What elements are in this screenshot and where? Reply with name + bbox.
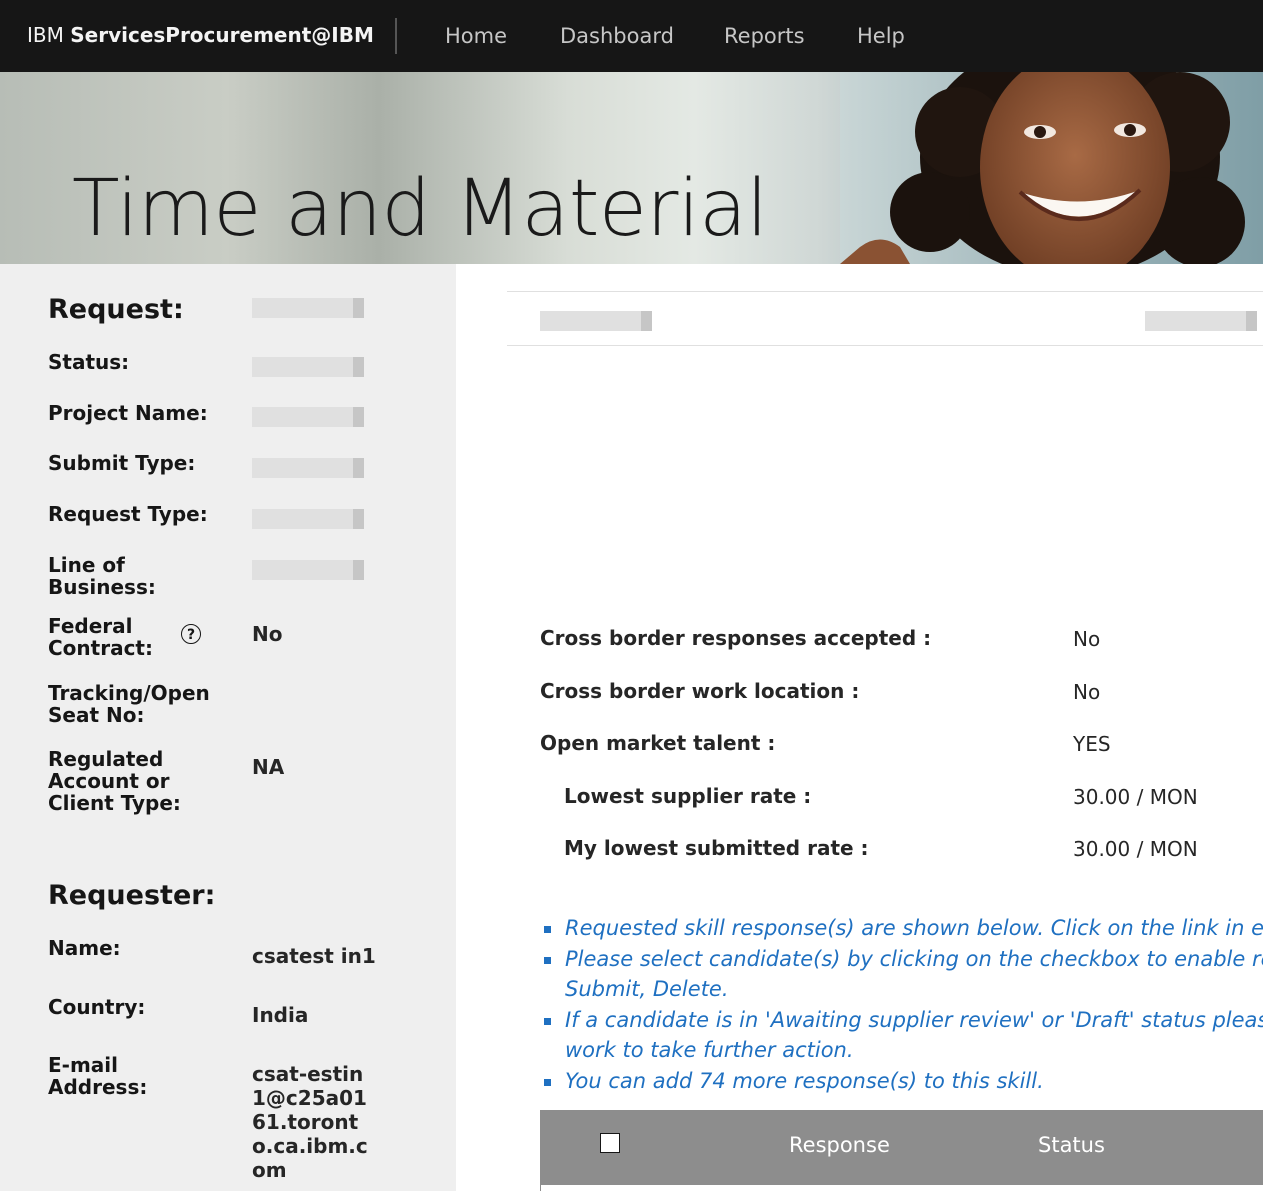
federal-contract-value: No [252, 622, 283, 646]
status-label: Status: [48, 350, 130, 374]
project-name-value-redacted [252, 407, 364, 427]
brand-name: ServicesProcurement@IBM [70, 23, 374, 47]
status-value-redacted [252, 357, 364, 377]
column-header-response[interactable]: Response [789, 1133, 890, 1157]
project-name-label: Project Name: [48, 401, 208, 425]
note-item: If a candidate is in 'Awaiting supplier … [540, 1005, 1263, 1036]
name-label: Name: [48, 936, 121, 960]
instruction-notes: Requested skill response(s) are shown be… [540, 913, 1263, 1096]
page-title: Time and Material [72, 164, 768, 254]
name-value: csatest in1 [252, 944, 376, 968]
federal-contract-label: Federal Contract: [48, 614, 153, 660]
open-market-talent-label: Open market talent : [540, 731, 776, 755]
note-continuation-text: work to take further action. [565, 1038, 854, 1062]
country-label: Country: [48, 995, 146, 1019]
my-lowest-rate-label: My lowest submitted rate : [564, 836, 869, 860]
submit-type-label: Submit Type: [48, 451, 196, 475]
my-lowest-rate-value: 30.00 / MON [1073, 837, 1198, 861]
note-item: You can add 74 more response(s) to this … [540, 1066, 1263, 1097]
cross-border-responses-label: Cross border responses accepted : [540, 626, 932, 650]
lowest-supplier-rate-value: 30.00 / MON [1073, 785, 1198, 809]
hero-portrait-image [840, 72, 1263, 264]
section-divider-top [507, 291, 1263, 292]
submit-type-value-redacted [252, 458, 364, 478]
hero-banner: Time and Material [0, 72, 1263, 264]
nav-dashboard[interactable]: Dashboard [560, 24, 674, 48]
requester-heading: Requester: [48, 880, 216, 911]
note-continuation-text: Submit, Delete. [565, 977, 729, 1001]
request-type-value-redacted [252, 509, 364, 529]
help-icon[interactable]: ? [181, 624, 201, 644]
cross-border-work-label: Cross border work location : [540, 679, 860, 703]
top-nav-bar: IBM ServicesProcurement@IBM Home Dashboa… [0, 0, 1263, 72]
open-market-talent-value: YES [1073, 732, 1111, 756]
nav-help[interactable]: Help [857, 24, 905, 48]
tab-right-redacted[interactable] [1145, 311, 1257, 331]
email-label: E-mail Address: [48, 1053, 148, 1099]
request-type-label: Request Type: [48, 502, 208, 526]
note-item-continued: work to take further action. [540, 1035, 1263, 1066]
column-header-status[interactable]: Status [1038, 1133, 1105, 1157]
table-body-edge [540, 1185, 1263, 1191]
line-of-business-value-redacted [252, 560, 364, 580]
nav-home[interactable]: Home [445, 24, 507, 48]
nav-divider [395, 18, 397, 54]
brand-logo[interactable]: IBM ServicesProcurement@IBM [27, 23, 374, 47]
country-value: India [252, 1003, 309, 1027]
lowest-supplier-rate-label: Lowest supplier rate : [564, 784, 812, 808]
responses-table-header: Response Status [540, 1110, 1263, 1185]
tab-left-redacted[interactable] [540, 311, 652, 331]
cross-border-responses-value: No [1073, 627, 1101, 651]
note-item: Please select candidate(s) by clicking o… [540, 944, 1263, 975]
note-item-continued: Submit, Delete. [540, 974, 1263, 1005]
tracking-open-seat-label: Tracking/Open Seat No: [48, 681, 210, 727]
email-value[interactable]: csat-estin1@c25a0161.toronto.ca.ibm.com [252, 1062, 374, 1182]
regulated-account-value: NA [252, 755, 285, 779]
request-heading: Request: [48, 294, 184, 325]
note-item: Requested skill response(s) are shown be… [540, 913, 1263, 944]
select-all-checkbox[interactable] [600, 1133, 620, 1153]
line-of-business-label: Line of Business: [48, 553, 156, 599]
section-divider-bottom [507, 345, 1263, 346]
request-value-redacted [252, 298, 364, 318]
regulated-account-label: Regulated Account or Client Type: [48, 747, 181, 815]
cross-border-work-value: No [1073, 680, 1101, 704]
brand-prefix: IBM [27, 23, 64, 47]
nav-reports[interactable]: Reports [724, 24, 805, 48]
